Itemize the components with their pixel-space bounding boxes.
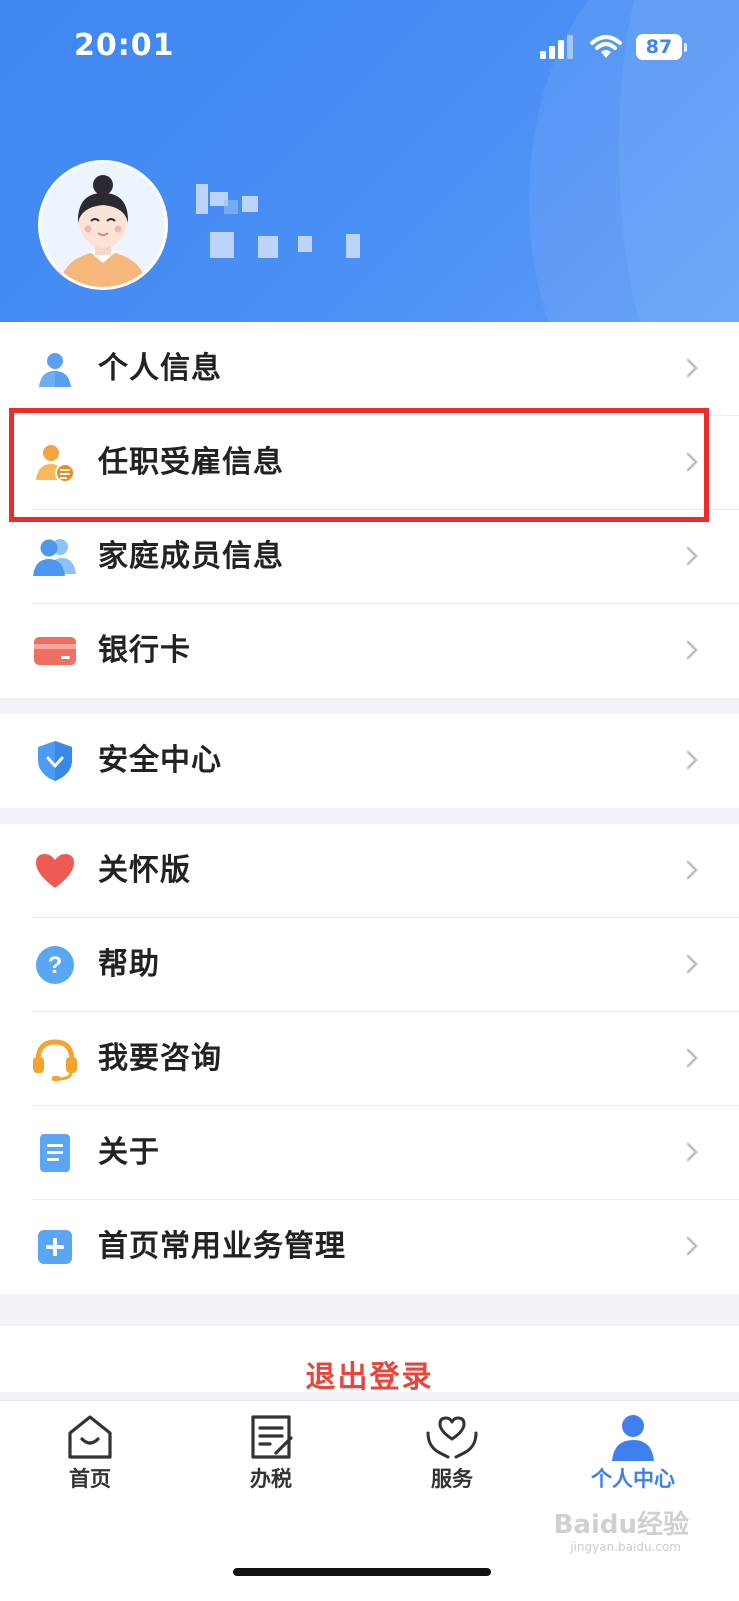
tax-form-icon bbox=[251, 1415, 293, 1459]
status-time: 20:01 bbox=[74, 28, 175, 63]
heart-icon bbox=[32, 848, 78, 894]
menu-item-label: 帮助 bbox=[98, 947, 160, 982]
menu-item-label: 家庭成员信息 bbox=[98, 539, 284, 574]
menu-item-help[interactable]: ? 帮助 bbox=[0, 918, 739, 1012]
menu-item-label: 银行卡 bbox=[98, 633, 191, 668]
menu-item-about[interactable]: 关于 bbox=[0, 1106, 739, 1200]
tab-label: 个人中心 bbox=[591, 1467, 675, 1491]
person-filled-icon bbox=[612, 1415, 654, 1461]
menu-group-security: 安全中心 bbox=[0, 714, 739, 808]
person-icon bbox=[32, 346, 78, 392]
chevron-right-icon bbox=[686, 954, 698, 974]
chevron-right-icon bbox=[686, 750, 698, 770]
chevron-right-icon bbox=[686, 1142, 698, 1162]
tab-label: 办税 bbox=[250, 1467, 292, 1491]
tab-label: 服务 bbox=[431, 1467, 473, 1491]
menu-item-bank-card[interactable]: 银行卡 bbox=[0, 604, 739, 698]
menu-item-consult[interactable]: 我要咨询 bbox=[0, 1012, 739, 1106]
menu-item-label: 安全中心 bbox=[98, 743, 222, 778]
menu-item-label: 关于 bbox=[98, 1135, 160, 1170]
chevron-right-icon bbox=[686, 640, 698, 660]
avatar[interactable] bbox=[38, 160, 168, 290]
watermark-url: jingyan.baidu.com bbox=[570, 1540, 681, 1554]
wifi-icon bbox=[590, 35, 622, 58]
svg-text:?: ? bbox=[48, 952, 63, 979]
chevron-right-icon bbox=[686, 1236, 698, 1256]
battery-level: 87 bbox=[636, 34, 682, 60]
add-square-icon bbox=[32, 1224, 78, 1270]
menu-item-label: 我要咨询 bbox=[98, 1041, 222, 1076]
chevron-right-icon bbox=[686, 452, 698, 472]
menu-item-security-center[interactable]: 安全中心 bbox=[0, 714, 739, 808]
user-name-redacted bbox=[170, 178, 370, 268]
family-icon bbox=[32, 534, 78, 580]
profile-header: 20:01 87 bbox=[0, 0, 739, 330]
status-icons: 87 bbox=[540, 34, 687, 60]
document-icon bbox=[32, 1130, 78, 1176]
shield-icon bbox=[32, 738, 78, 784]
menu-item-family-info[interactable]: 家庭成员信息 bbox=[0, 510, 739, 604]
tab-home[interactable]: 首页 bbox=[30, 1413, 150, 1493]
chevron-right-icon bbox=[686, 546, 698, 566]
menu-item-employment-info[interactable]: 任职受雇信息 bbox=[0, 416, 739, 510]
menu-item-personal-info[interactable]: 个人信息 bbox=[0, 322, 739, 416]
menu-group-profile: 个人信息 任职受雇信息 家庭成员信息 银行卡 bbox=[0, 322, 739, 698]
logout-button[interactable]: 退出登录 bbox=[0, 1326, 739, 1392]
tab-personal-center[interactable]: 个人中心 bbox=[573, 1413, 693, 1493]
menu-item-label: 任职受雇信息 bbox=[98, 445, 284, 480]
home-indicator[interactable] bbox=[233, 1568, 491, 1576]
watermark-logo: Baidu经验 bbox=[553, 1510, 689, 1540]
help-icon: ? bbox=[32, 942, 78, 988]
employee-id-icon bbox=[32, 440, 78, 486]
menu-item-label: 首页常用业务管理 bbox=[98, 1229, 346, 1264]
menu-item-label: 关怀版 bbox=[98, 853, 191, 888]
menu-item-home-shortcuts[interactable]: 首页常用业务管理 bbox=[0, 1200, 739, 1294]
tab-label: 首页 bbox=[69, 1467, 111, 1491]
bank-card-icon bbox=[32, 628, 78, 674]
home-icon bbox=[68, 1415, 112, 1459]
battery-indicator: 87 bbox=[636, 34, 687, 60]
chevron-right-icon bbox=[686, 1048, 698, 1068]
heart-hands-icon bbox=[426, 1416, 478, 1459]
avatar-illustration bbox=[59, 175, 147, 287]
signal-icon bbox=[540, 35, 573, 59]
chevron-right-icon bbox=[686, 358, 698, 378]
logout-label: 退出登录 bbox=[305, 1360, 434, 1392]
tab-services[interactable]: 服务 bbox=[392, 1413, 512, 1493]
tab-tax[interactable]: 办税 bbox=[211, 1413, 331, 1493]
headset-icon bbox=[32, 1036, 78, 1082]
chevron-right-icon bbox=[686, 860, 698, 880]
menu-item-label: 个人信息 bbox=[98, 351, 222, 386]
menu-group-more: 关怀版 ? 帮助 我要咨询 关于 首页常用业务管理 bbox=[0, 824, 739, 1294]
menu-item-care-mode[interactable]: 关怀版 bbox=[0, 824, 739, 918]
